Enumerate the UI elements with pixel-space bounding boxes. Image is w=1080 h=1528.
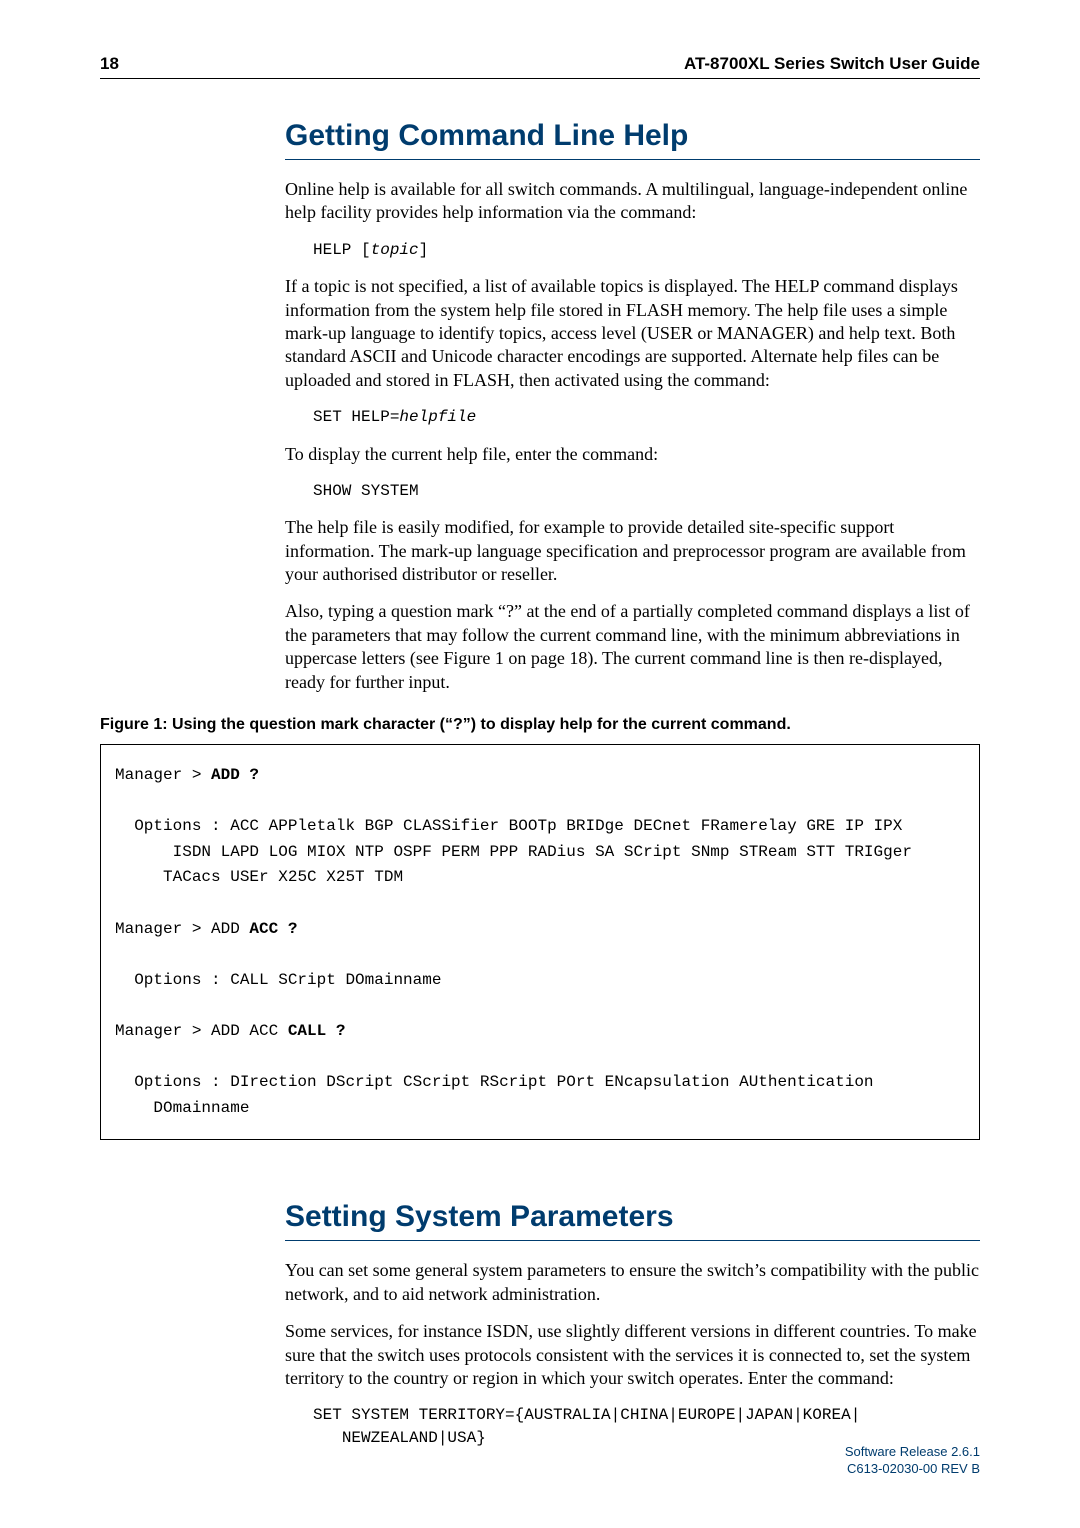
options-output: Options : ACC APPletalk BGP CLASSifier B…: [115, 817, 912, 886]
code-show-system: SHOW SYSTEM: [313, 480, 980, 502]
prompt: Manager >: [115, 766, 211, 784]
footer-docid: C613-02030-00 REV B: [845, 1461, 980, 1478]
user-input: CALL ?: [288, 1022, 346, 1040]
main-column: Getting Command Line Help Online help is…: [285, 119, 980, 694]
user-input: ACC ?: [249, 920, 297, 938]
paragraph: Some services, for instance ISDN, use sl…: [285, 1320, 980, 1390]
footer-release: Software Release 2.6.1: [845, 1444, 980, 1461]
figure-1-codebox: Manager > ADD ? Options : ACC APPletalk …: [100, 744, 980, 1140]
code-help-topic: HELP [topic]: [313, 239, 980, 261]
section-heading-help: Getting Command Line Help: [285, 119, 980, 160]
paragraph: You can set some general system paramete…: [285, 1259, 980, 1306]
guide-title: AT-8700XL Series Switch User Guide: [684, 54, 980, 74]
figure-caption: Figure 1: Using the question mark charac…: [100, 716, 980, 734]
code-text: ]: [419, 241, 429, 259]
user-input: ADD ?: [211, 766, 259, 784]
paragraph: Online help is available for all switch …: [285, 178, 980, 225]
code-text: SET HELP=: [313, 408, 399, 426]
page-header: 18 AT-8700XL Series Switch User Guide: [100, 54, 980, 79]
code-text: HELP [: [313, 241, 371, 259]
paragraph: To display the current help file, enter …: [285, 443, 980, 466]
paragraph: The help file is easily modified, for ex…: [285, 516, 980, 586]
code-set-help: SET HELP=helpfile: [313, 406, 980, 428]
main-column: Setting System Parameters You can set so…: [285, 1200, 980, 1449]
prompt: Manager > ADD: [115, 920, 249, 938]
page-number: 18: [100, 54, 119, 74]
options-output: Options : DIrection DScript CScript RScr…: [115, 1073, 874, 1117]
section-heading-params: Setting System Parameters: [285, 1200, 980, 1241]
prompt: Manager > ADD ACC: [115, 1022, 288, 1040]
code-set-territory: SET SYSTEM TERRITORY={AUSTRALIA|CHINA|EU…: [313, 1404, 980, 1449]
paragraph: Also, typing a question mark “?” at the …: [285, 600, 980, 694]
page-footer: Software Release 2.6.1 C613-02030-00 REV…: [845, 1444, 980, 1478]
code-param: helpfile: [399, 408, 476, 426]
options-output: Options : CALL SCript DOmainname: [115, 971, 441, 989]
paragraph: If a topic is not specified, a list of a…: [285, 275, 980, 392]
code-param: topic: [371, 241, 419, 259]
